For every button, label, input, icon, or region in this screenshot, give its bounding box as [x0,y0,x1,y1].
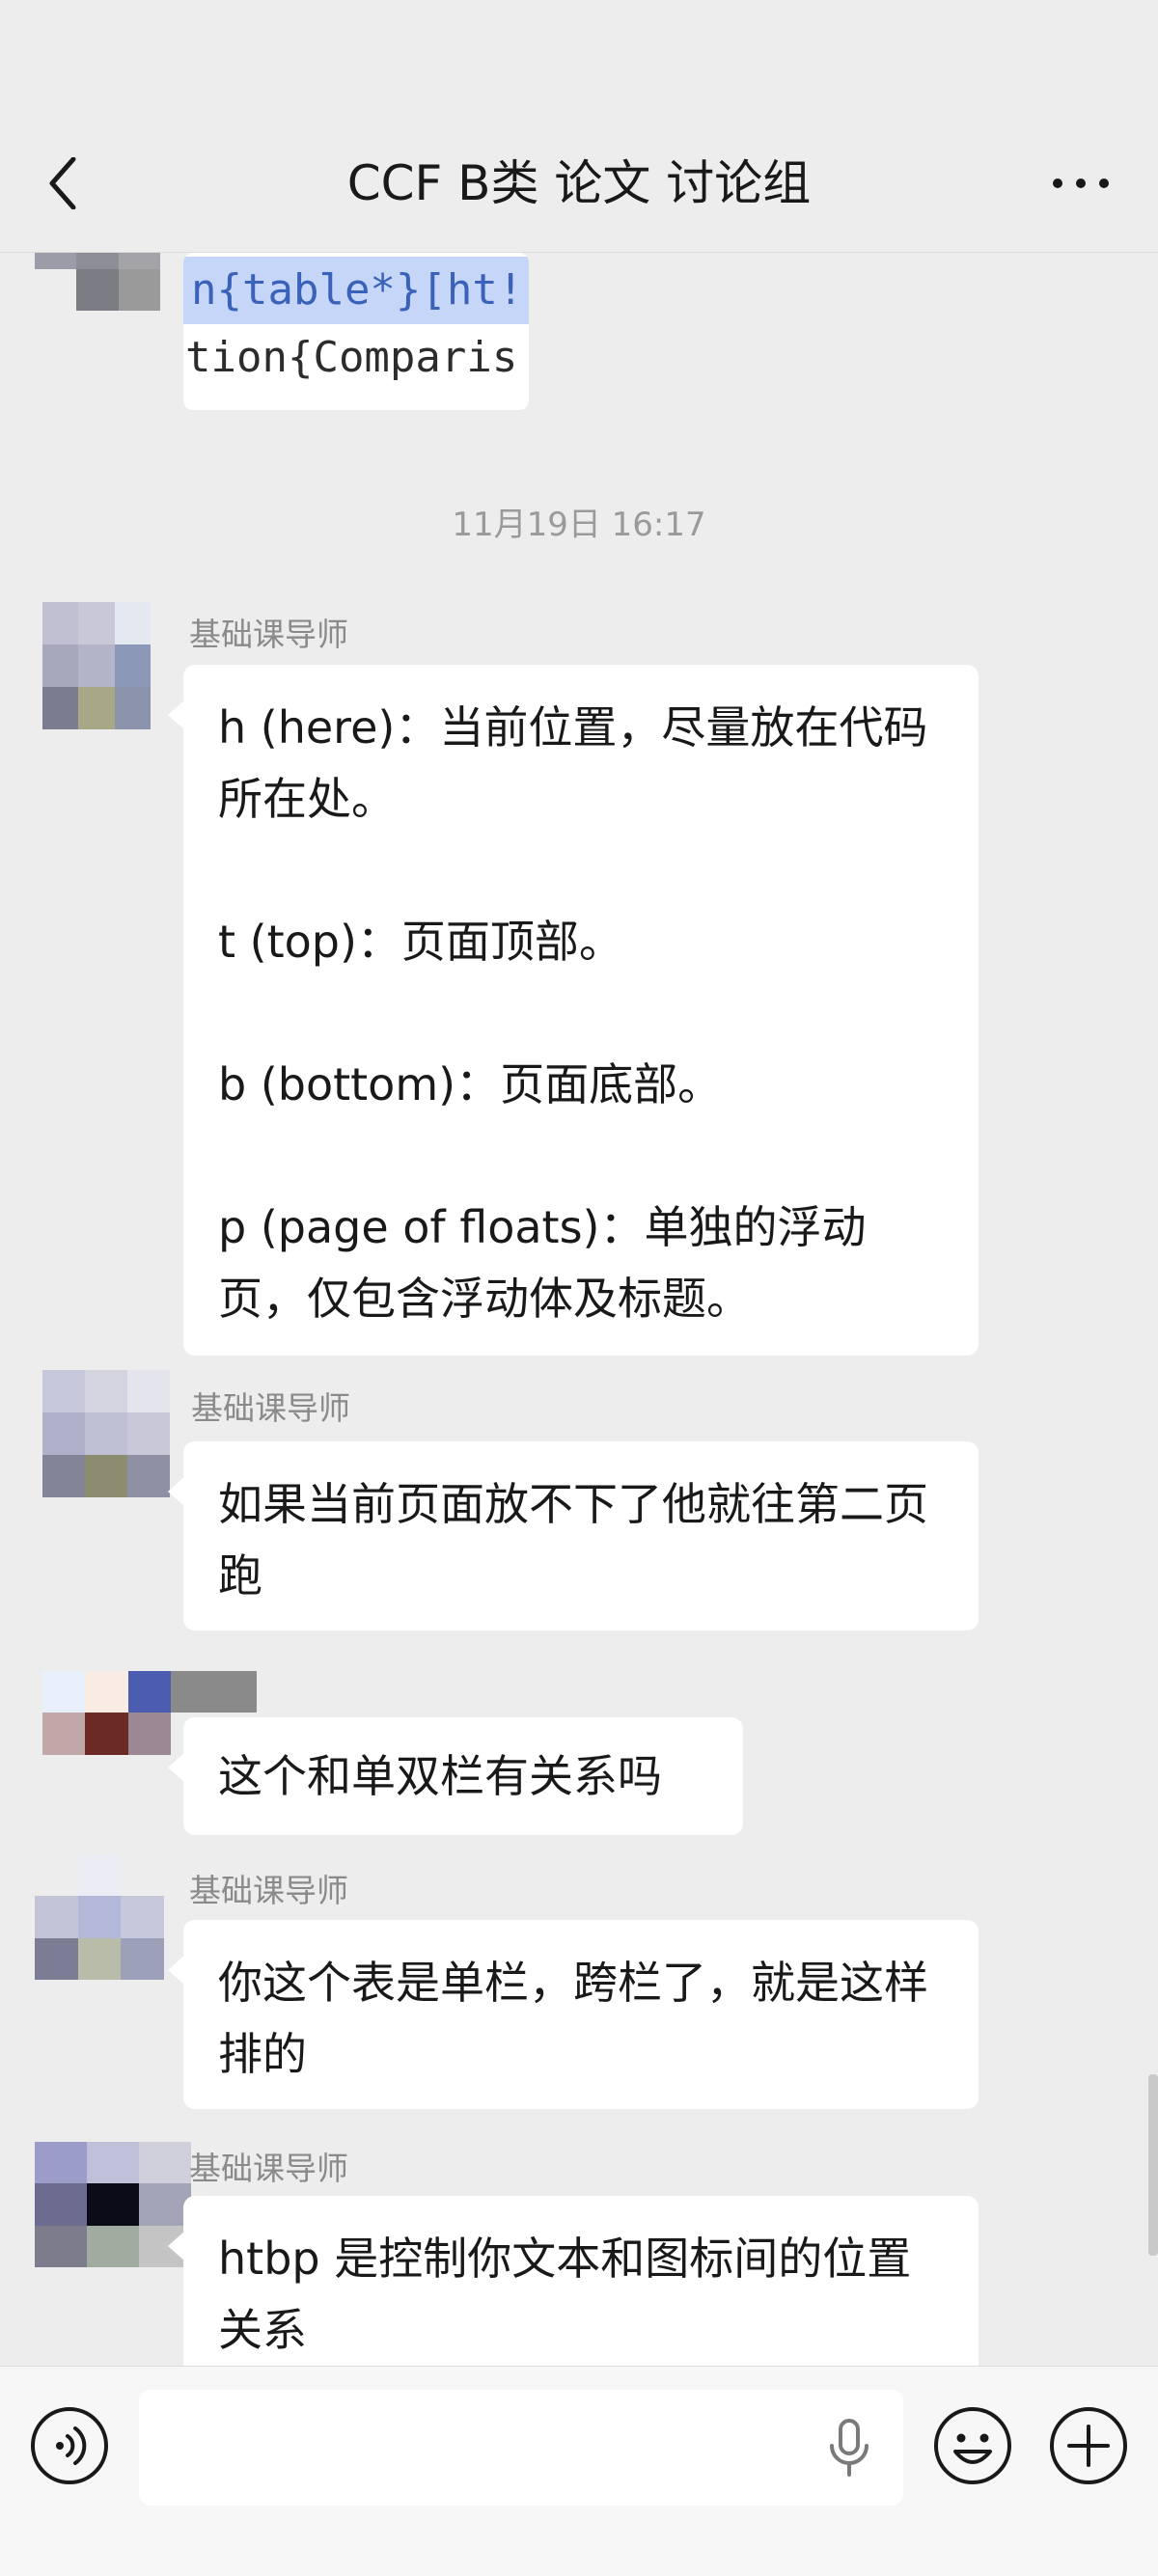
message-text: 你这个表是单栏，跨栏了，就是这样排的 [218,1957,928,2080]
sender-name: 基础课导师 [189,2150,348,2187]
message-text: h (here)：当前位置，尽量放在代码所在处。 t (top)：页面顶部。 b… [218,701,928,1325]
input-bar [0,2366,1158,2576]
avatar[interactable] [35,253,160,311]
message-bubble[interactable]: 这个和单双栏有关系吗 [168,1717,743,1835]
microphone-icon [830,2419,868,2477]
more-dots-icon [1053,178,1109,188]
microphone-button[interactable] [820,2415,878,2482]
emoji-icon [934,2407,1011,2484]
more-functions-button[interactable] [1048,2405,1129,2486]
back-button[interactable] [39,154,87,212]
image-message-code-snippet[interactable]: n{table*}[ht! tion{Comparis [183,253,529,410]
sender-name: 基础课导师 [191,1389,350,1427]
more-button[interactable] [1042,154,1119,212]
message-text: 这个和单双栏有关系吗 [218,1750,662,1802]
message-bubble[interactable]: htbp 是控制你文本和图标间的位置关系 [168,2196,979,2366]
message-bubble[interactable]: h (here)：当前位置，尽量放在代码所在处。 t (top)：页面顶部。 b… [168,665,979,1356]
message-bubble[interactable]: 你这个表是单栏，跨栏了，就是这样排的 [168,1920,979,2109]
code-line-1: n{table*}[ht! [183,257,529,324]
scrollbar[interactable] [1148,2074,1158,2256]
timestamp: 11月19日 16:17 [452,506,706,544]
sender-name: 基础课导师 [189,616,348,653]
sender-name: 基础课导师 [189,1872,348,1909]
chevron-left-icon [49,157,76,209]
chat-title: CCF B类 论文 讨论组 [346,155,812,211]
chat-messages[interactable]: n{table*}[ht! tion{Comparis 11月19日 16:17… [0,253,1158,2366]
message-bubble[interactable]: 如果当前页面放不下了他就往第二页跑 [168,1441,979,1631]
top-bar: CCF B类 论文 讨论组 [0,0,1158,253]
message-input[interactable] [139,2390,903,2506]
avatar[interactable] [35,1854,164,1980]
message-text: htbp 是控制你文本和图标间的位置关系 [218,2233,912,2356]
plus-icon [1050,2407,1127,2484]
avatar[interactable] [42,1370,170,1497]
code-line-2: tion{Comparis [185,333,518,382]
voice-button[interactable] [29,2405,110,2486]
emoji-button[interactable] [932,2405,1013,2486]
voice-icon [31,2407,108,2484]
avatar[interactable] [42,602,151,729]
message-text: 如果当前页面放不下了他就往第二页跑 [218,1478,928,1602]
